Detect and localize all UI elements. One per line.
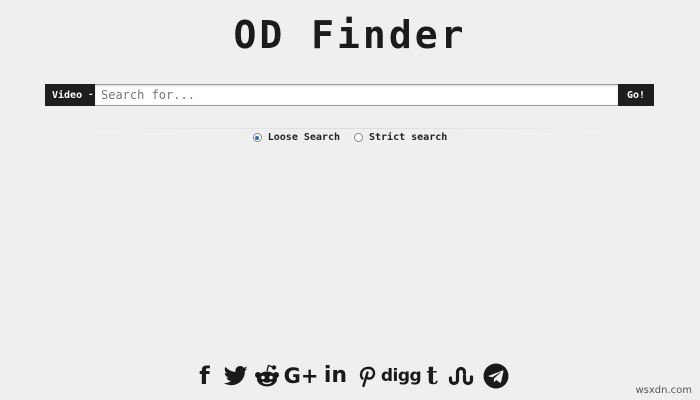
loose-search-radio[interactable] (252, 133, 262, 142)
divider (60, 128, 640, 129)
twitter-icon[interactable] (222, 362, 249, 389)
strict-search-label: Strict search (368, 132, 448, 143)
facebook-icon[interactable]: f (191, 362, 218, 390)
pinterest-icon[interactable] (353, 362, 380, 389)
strict-search-radio[interactable] (353, 133, 363, 142)
search-bar: Video - Go! (45, 84, 654, 106)
strict-search-option[interactable]: Strict search (353, 132, 448, 143)
social-share-bar: f G+ in digg t (0, 361, 700, 390)
search-mode-options: Loose Search Strict search (0, 132, 700, 143)
tumblr-icon[interactable]: t (422, 361, 442, 390)
watermark: wsxdn.com (635, 385, 692, 396)
reddit-icon[interactable] (253, 362, 280, 389)
stumbleupon-icon[interactable] (446, 362, 478, 389)
telegram-icon[interactable] (482, 362, 509, 389)
linkedin-icon[interactable]: in (322, 362, 349, 389)
google-plus-icon[interactable]: G+ (284, 362, 319, 389)
chevron-down-icon: - (88, 90, 94, 100)
loose-search-option[interactable]: Loose Search (252, 132, 340, 143)
search-input[interactable] (95, 84, 618, 106)
loose-search-label: Loose Search (267, 132, 340, 143)
category-dropdown[interactable]: Video - (45, 84, 95, 106)
page-title: OD Finder (233, 13, 467, 57)
digg-icon[interactable]: digg (381, 362, 422, 389)
category-label: Video (52, 89, 83, 101)
go-button[interactable]: Go! (618, 84, 654, 106)
